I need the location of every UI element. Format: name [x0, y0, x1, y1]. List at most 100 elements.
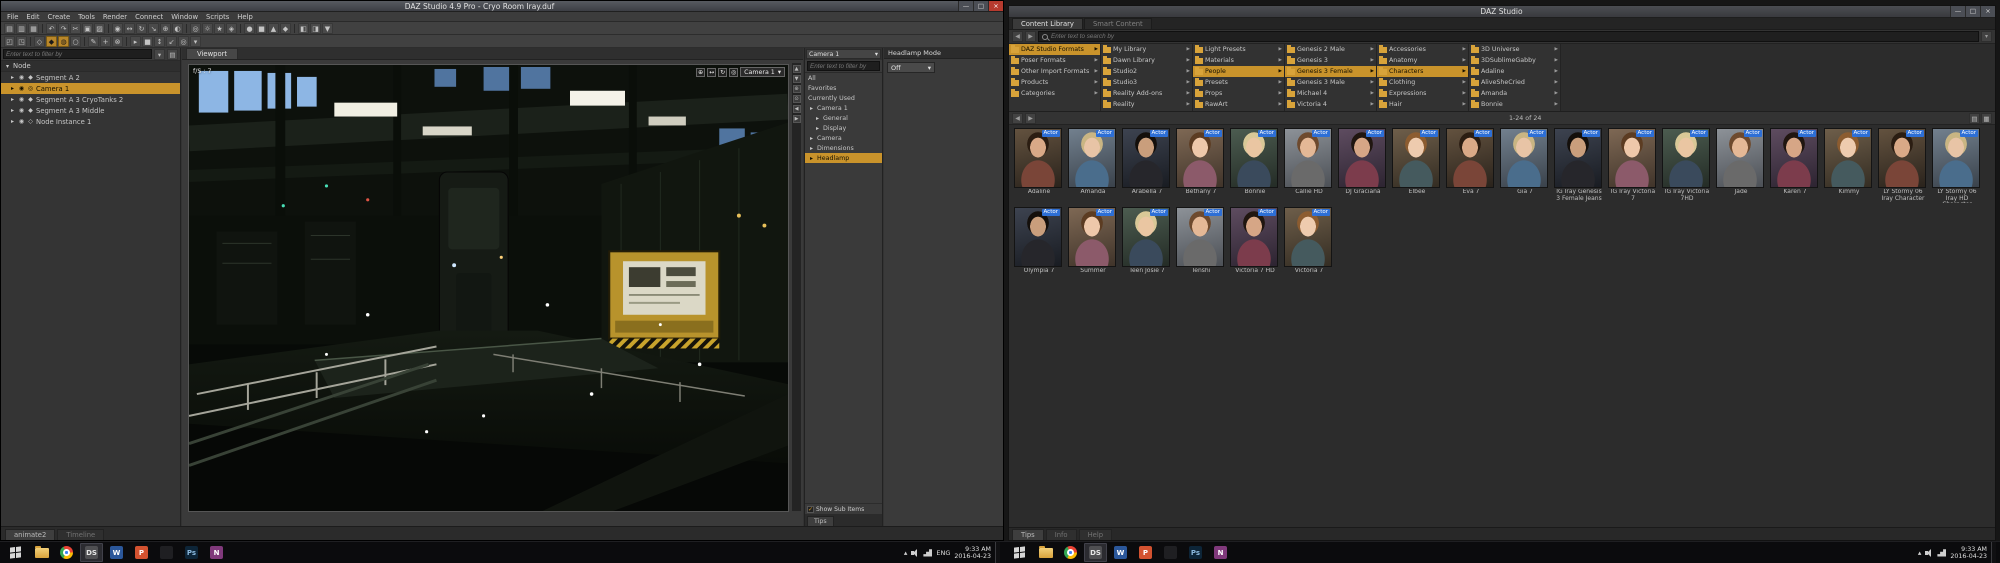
maximize-button[interactable]: □: [973, 1, 988, 11]
folder-item[interactable]: Studio3 ▶: [1101, 77, 1192, 88]
folder-item[interactable]: 3D Universe ▶: [1469, 44, 1560, 55]
taskbar-photoshop[interactable]: Ps: [1184, 543, 1207, 562]
folder-item[interactable]: Materials ▶: [1193, 55, 1284, 66]
zoom-out-icon[interactable]: ⊙: [792, 95, 801, 103]
minimize-button[interactable]: —: [958, 1, 973, 11]
folder-item[interactable]: Clothing ▶: [1377, 77, 1468, 88]
taskbar-photoshop[interactable]: Ps: [180, 543, 203, 562]
page-next-button[interactable]: ▶: [1025, 112, 1036, 124]
taskbar-media-utility[interactable]: [1159, 543, 1182, 562]
dolly-tool-icon[interactable]: ↙: [166, 35, 177, 47]
aim-camera-icon[interactable]: ◎: [178, 35, 189, 47]
folder-item[interactable]: People ▶: [1193, 66, 1284, 77]
rotate-tool-icon[interactable]: ↻: [136, 22, 147, 34]
taskbar-clock[interactable]: 9:33 AM 2016-04-23: [1950, 546, 1987, 560]
product-thumbnail[interactable]: Actor Eva 7: [1446, 128, 1496, 203]
menu-create[interactable]: Create: [44, 13, 75, 21]
page-previous-button[interactable]: ◀: [1012, 112, 1023, 124]
taskbar-media-utility[interactable]: [155, 543, 178, 562]
stop-icon[interactable]: ■: [142, 35, 153, 47]
bottom-tab-animate2[interactable]: animate2: [5, 529, 56, 540]
grid-view-icon[interactable]: ▦: [1981, 112, 1992, 124]
menu-render[interactable]: Render: [99, 13, 131, 21]
folder-item[interactable]: Categories ▶: [1009, 88, 1100, 99]
create-camera-icon[interactable]: ◎: [190, 22, 201, 34]
folder-item[interactable]: AliveSheCried ▶: [1469, 77, 1560, 88]
create-light-icon[interactable]: ☼: [202, 22, 213, 34]
product-thumbnail[interactable]: Actor Gia 7: [1500, 128, 1550, 203]
more-tools-icon[interactable]: ▼: [322, 22, 333, 34]
aux-viewport-icon[interactable]: ◈: [226, 22, 237, 34]
universal-tool-icon[interactable]: ⊕: [160, 22, 171, 34]
smooth-shaded-icon[interactable]: ◆: [46, 35, 57, 47]
layout-right-icon[interactable]: ◨: [310, 22, 321, 34]
expand-icon[interactable]: ▸: [9, 96, 16, 103]
taskbar-powerpoint[interactable]: P: [130, 543, 153, 562]
product-thumbnail[interactable]: Actor Karen 7: [1770, 128, 1820, 203]
parameters-item-selector[interactable]: Camera 1 ▾: [806, 49, 881, 59]
taskbar-file-explorer[interactable]: [1034, 543, 1057, 562]
product-thumbnail[interactable]: Actor IG Iray Victoria 7HD: [1662, 128, 1712, 203]
parameters-filter-currently-used[interactable]: Currently Used: [805, 93, 882, 103]
menu-edit[interactable]: Edit: [22, 13, 43, 21]
tips-tab[interactable]: Tips: [807, 516, 834, 526]
taskbar-daz-studio[interactable]: DS: [1084, 543, 1107, 562]
frame-region-icon[interactable]: ◰: [4, 35, 15, 47]
expand-icon[interactable]: ▸: [9, 74, 16, 81]
copy-icon[interactable]: ▣: [82, 22, 93, 34]
translate-tool-icon[interactable]: ↔: [124, 22, 135, 34]
undo-icon[interactable]: ↶: [46, 22, 57, 34]
open-scene-icon[interactable]: ▥: [16, 22, 27, 34]
scene-item[interactable]: ▸ ◉ ◆ Segment A 3 CryoTanks 2: [1, 94, 180, 105]
expand-icon[interactable]: ▸: [814, 115, 821, 122]
product-thumbnail[interactable]: Actor Bethany 7: [1176, 128, 1226, 203]
taskbar-chrome[interactable]: [55, 543, 78, 562]
folder-item[interactable]: Studio2 ▶: [1101, 66, 1192, 77]
figure-icon[interactable]: ◆: [280, 22, 291, 34]
expand-icon[interactable]: ▸: [814, 125, 821, 132]
sphere-primitive-icon[interactable]: ●: [244, 22, 255, 34]
menu-help[interactable]: Help: [233, 13, 257, 21]
pan-vertical-icon[interactable]: ↕: [154, 35, 165, 47]
product-thumbnail[interactable]: Actor Teen Josie 7: [1122, 207, 1172, 282]
scene-options-icon[interactable]: ▾: [154, 48, 165, 60]
parameters-filter-input[interactable]: [807, 61, 880, 71]
folder-item[interactable]: Michael 4 ▶: [1285, 88, 1376, 99]
folder-item[interactable]: Reality ▶: [1101, 99, 1192, 110]
taskbar-word[interactable]: W: [1109, 543, 1132, 562]
folder-item[interactable]: Anatomy ▶: [1377, 55, 1468, 66]
folder-item[interactable]: Amanda ▶: [1469, 88, 1560, 99]
taskbar-daz-studio[interactable]: DS: [80, 543, 103, 562]
show-desktop-button[interactable]: [995, 542, 1000, 563]
folder-item[interactable]: Genesis 3 Male ▶: [1285, 77, 1376, 88]
layout-left-icon[interactable]: ◧: [298, 22, 309, 34]
taskbar-onenote[interactable]: N: [1209, 543, 1232, 562]
texture-shaded-icon[interactable]: ◍: [58, 35, 69, 47]
taskbar-clock[interactable]: 9:33 AM 2016-04-23: [954, 546, 991, 560]
tray-expand-icon[interactable]: ▴: [904, 549, 908, 557]
product-thumbnail[interactable]: Actor DJ Graciana: [1338, 128, 1388, 203]
product-thumbnail[interactable]: Actor IG Iray Victoria 7: [1608, 128, 1658, 203]
zoom-icon[interactable]: ⊕: [696, 67, 706, 77]
menu-scripts[interactable]: Scripts: [202, 13, 233, 21]
scale-tool-icon[interactable]: ↘: [148, 22, 159, 34]
node-selection-tool-icon[interactable]: ◉: [112, 22, 123, 34]
parameters-group[interactable]: ▸ General: [805, 113, 882, 123]
product-thumbnail[interactable]: Actor Elbee: [1392, 128, 1442, 203]
minimize-button[interactable]: —: [1950, 6, 1965, 17]
scene-filter-input[interactable]: [3, 49, 152, 59]
folder-item[interactable]: Hair ▶: [1377, 99, 1468, 110]
pan-right-icon[interactable]: ▶: [792, 115, 801, 123]
product-thumbnail[interactable]: Actor Jade: [1716, 128, 1766, 203]
back-button[interactable]: ◀: [1012, 31, 1023, 42]
expand-icon[interactable]: ▸: [808, 135, 815, 142]
bottom-tab-timeline[interactable]: Timeline: [57, 529, 105, 540]
dolly-down-icon[interactable]: ▼: [792, 75, 801, 83]
start-button[interactable]: [2, 542, 28, 563]
bottom-tab-info[interactable]: Info: [1045, 529, 1077, 540]
orbit-icon[interactable]: ↻: [718, 67, 728, 77]
folder-item[interactable]: Presets ▶: [1193, 77, 1284, 88]
folder-item[interactable]: RawArt ▶: [1193, 99, 1284, 110]
visibility-eye-icon[interactable]: ◉: [18, 96, 25, 103]
folder-item[interactable]: Props ▶: [1193, 88, 1284, 99]
